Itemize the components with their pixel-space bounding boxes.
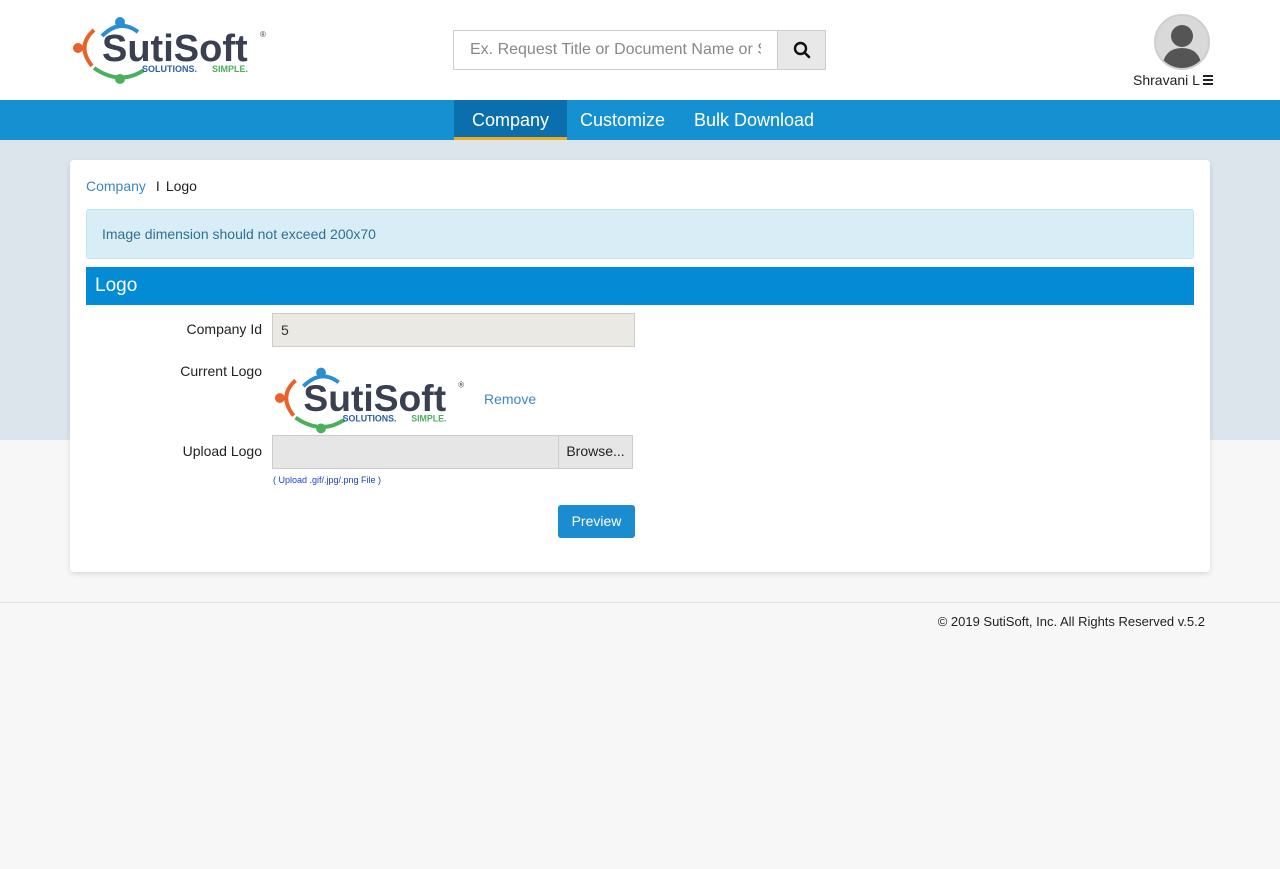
search-input[interactable]: [453, 30, 777, 70]
current-logo-image: SutiSoft ® SOLUTIONS. SIMPLE.: [274, 367, 464, 434]
browse-button[interactable]: Browse...: [558, 435, 633, 469]
user-avatar-icon: [1162, 25, 1202, 68]
nav-tab-bulk-download[interactable]: Bulk Download: [676, 100, 832, 140]
main-nav: Company Customize Bulk Download: [0, 100, 1280, 140]
user-avatar[interactable]: [1154, 14, 1210, 70]
remove-logo-link[interactable]: Remove: [484, 391, 536, 407]
preview-button[interactable]: Preview: [558, 505, 635, 538]
hamburger-icon: [1202, 73, 1213, 87]
company-id-label: Company Id: [186, 321, 262, 337]
nav-tab-customize[interactable]: Customize: [562, 100, 683, 140]
search-bar: [453, 30, 826, 70]
footer-copyright: © 2019 SutiSoft, Inc. All Rights Reserve…: [937, 614, 1205, 629]
svg-text:SIMPLE.: SIMPLE.: [411, 414, 446, 424]
svg-text:®: ®: [458, 380, 464, 389]
breadcrumb-current: Logo: [165, 178, 197, 194]
upload-hint: ( Upload .gif/.jpg/.png File ): [273, 475, 382, 485]
upload-logo-label: Upload Logo: [182, 443, 262, 459]
sutisoft-logo[interactable]: SutiSoft ® SOLUTIONS. SIMPLE.: [72, 14, 272, 86]
svg-text:®: ®: [260, 30, 266, 39]
content-card: Company I Logo Image dimension should not …: [70, 160, 1210, 572]
file-path-field[interactable]: [272, 435, 558, 469]
breadcrumb-separator: I: [155, 178, 160, 194]
header: SutiSoft ® SOLUTIONS. SIMPLE. Shravani L: [0, 0, 1280, 100]
footer-divider: [0, 602, 1280, 603]
svg-text:SOLUTIONS.: SOLUTIONS.: [343, 414, 397, 424]
search-icon: [793, 41, 810, 59]
breadcrumb-company-link[interactable]: Company: [86, 178, 146, 194]
svg-text:SutiSoft: SutiSoft: [303, 377, 446, 419]
company-id-field[interactable]: 5: [272, 313, 635, 347]
user-menu[interactable]: Shravani L: [1133, 72, 1213, 88]
svg-text:SOLUTIONS.: SOLUTIONS.: [142, 64, 197, 74]
info-alert: Image dimension should not exceed 200x70: [86, 209, 1194, 259]
search-button[interactable]: [777, 30, 826, 70]
nav-tab-company[interactable]: Company: [454, 100, 568, 140]
panel-title: Logo: [86, 267, 1194, 305]
svg-text:SIMPLE.: SIMPLE.: [212, 64, 248, 74]
user-name: Shravani L: [1133, 72, 1200, 88]
upload-logo-input[interactable]: Browse...: [272, 435, 633, 469]
current-logo-label: Current Logo: [180, 363, 262, 379]
breadcrumb: Company I Logo: [86, 178, 197, 194]
